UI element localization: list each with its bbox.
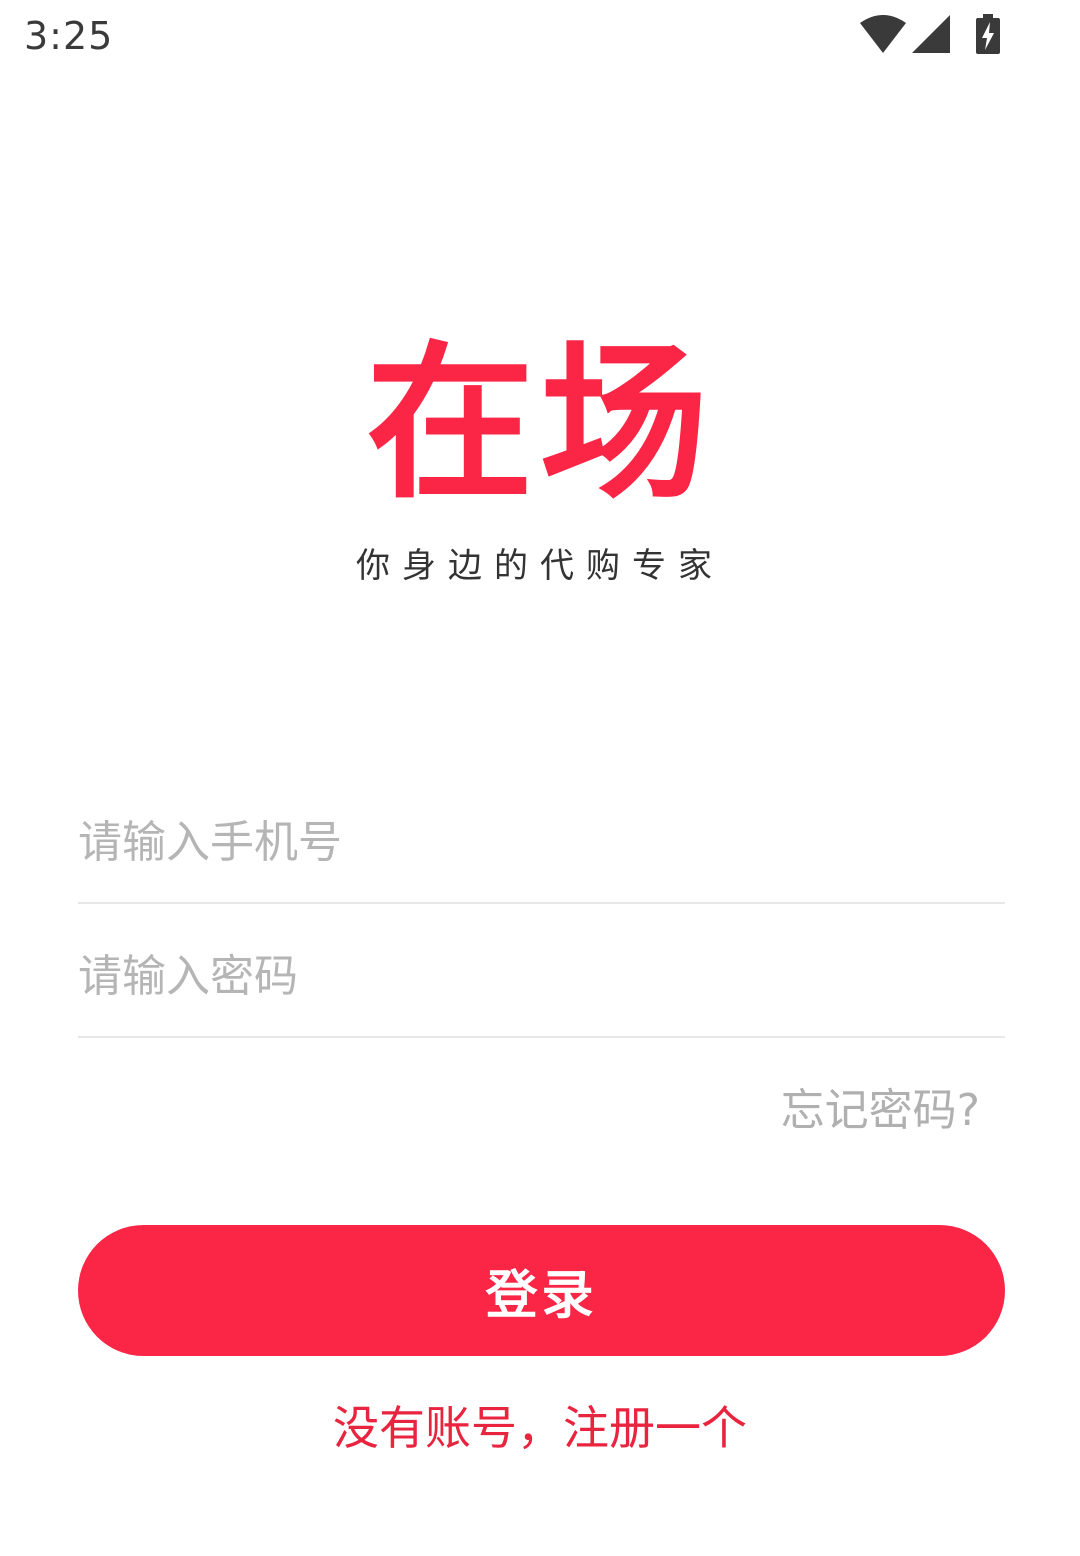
phone-field: [78, 768, 1005, 904]
login-button[interactable]: 登录: [78, 1225, 1005, 1356]
wifi-icon: [860, 15, 906, 57]
forgot-password-link[interactable]: 忘记密码?: [781, 1074, 980, 1138]
register-link[interactable]: 没有账号，注册一个: [0, 1392, 1080, 1458]
logo-tagline: 你身边的代购专家: [356, 546, 724, 586]
logo-title: 在场: [366, 326, 714, 522]
app-logo: 在场 你身边的代购专家: [0, 340, 1080, 587]
phone-input[interactable]: [78, 817, 1005, 868]
password-input[interactable]: [78, 951, 1005, 1002]
status-time: 3:25: [24, 14, 114, 58]
status-bar: 3:25: [0, 0, 1080, 76]
battery-charging-icon: [976, 14, 1000, 58]
password-field: [78, 902, 1005, 1038]
signal-icon: [912, 15, 952, 57]
status-icons: [860, 14, 1000, 58]
